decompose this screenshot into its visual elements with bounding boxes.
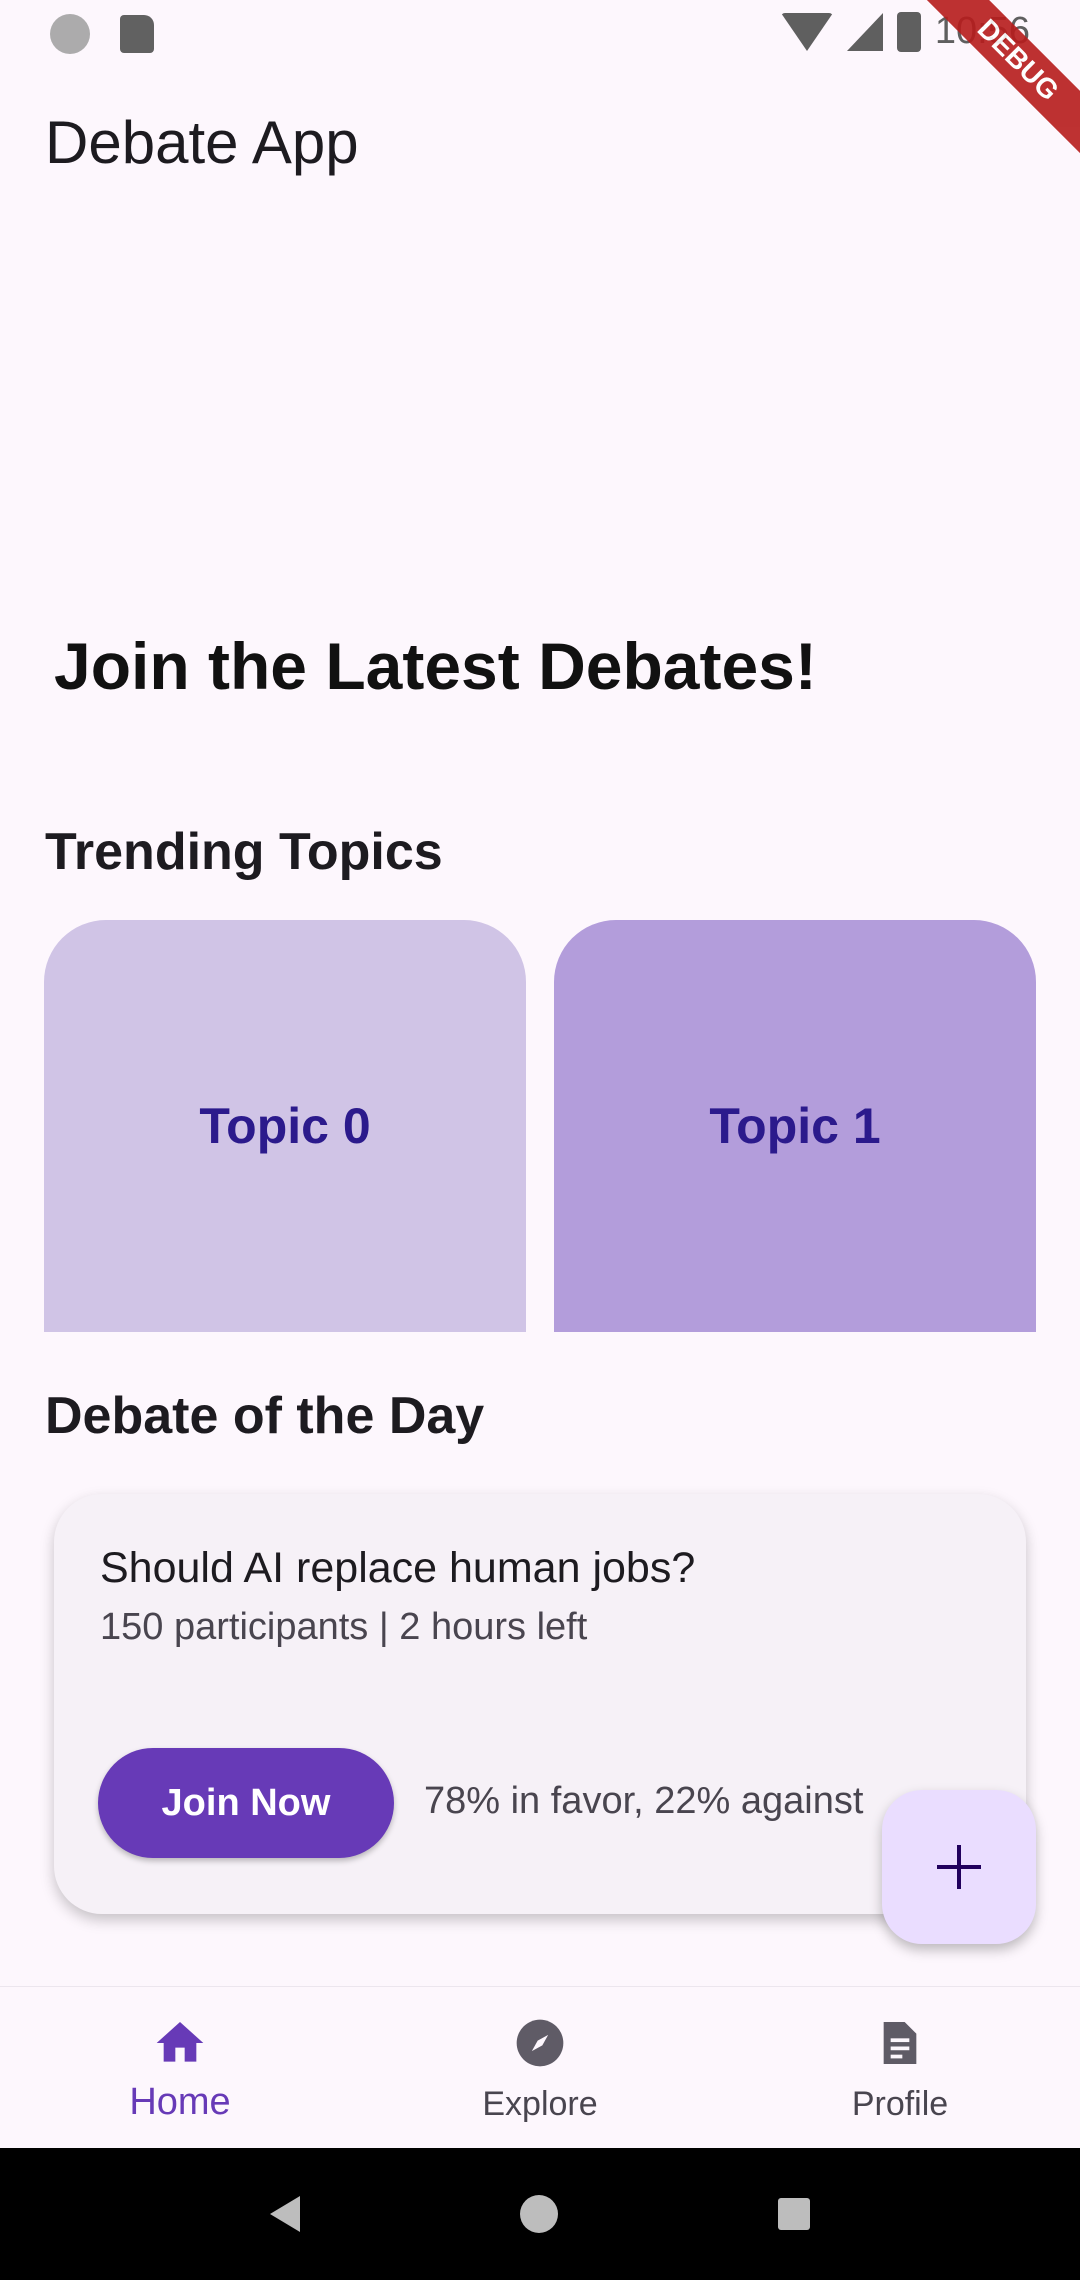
next-section-title-cut xyxy=(45,1962,445,1986)
nav-profile[interactable]: Profile xyxy=(720,1987,1080,2148)
plus-icon xyxy=(937,1845,981,1889)
vote-stats: 78% in favor, 22% against xyxy=(424,1780,864,1822)
status-bar: 10:56 DEBUG xyxy=(0,0,1080,161)
document-icon xyxy=(872,2015,928,2071)
hero-title: Join the Latest Debates! xyxy=(54,629,817,703)
add-debate-button[interactable] xyxy=(882,1790,1036,1944)
wifi-icon xyxy=(780,12,833,51)
compass-icon xyxy=(512,2015,568,2071)
app-title: Debate App xyxy=(45,109,359,176)
bottom-navigation: Home Explore Profile xyxy=(0,1986,1080,2148)
signal-icon xyxy=(846,12,883,51)
sd-card-icon xyxy=(120,15,154,53)
nav-explore[interactable]: Explore xyxy=(360,1987,720,2148)
topic-card-label: Topic 1 xyxy=(709,1098,881,1154)
debate-of-day-title: Debate of the Day xyxy=(45,1387,485,1445)
trending-topics-title: Trending Topics xyxy=(45,823,443,881)
nav-label: Home xyxy=(129,2081,231,2123)
debate-meta: 150 participants | 2 hours left xyxy=(100,1606,588,1648)
nav-label: Profile xyxy=(851,2085,949,2123)
join-now-button[interactable]: Join Now xyxy=(98,1748,394,1858)
sync-icon xyxy=(50,14,90,54)
topic-card-0[interactable]: Topic 0 xyxy=(44,920,526,1332)
nav-label: Explore xyxy=(482,2085,598,2123)
topic-card-1[interactable]: Topic 1 xyxy=(554,920,1036,1332)
topic-card-label: Topic 0 xyxy=(199,1098,371,1154)
recents-icon[interactable] xyxy=(778,2198,810,2230)
system-navigation-bar xyxy=(0,2148,1080,2280)
home-icon xyxy=(152,2015,208,2071)
system-home-icon[interactable] xyxy=(520,2195,558,2233)
nav-home[interactable]: Home xyxy=(0,1987,360,2148)
debate-of-day-card[interactable]: Should AI replace human jobs? 150 partic… xyxy=(54,1494,1026,1914)
status-left xyxy=(50,14,154,54)
battery-icon xyxy=(896,11,921,52)
debate-question: Should AI replace human jobs? xyxy=(100,1544,696,1592)
back-icon[interactable] xyxy=(270,2196,300,2232)
